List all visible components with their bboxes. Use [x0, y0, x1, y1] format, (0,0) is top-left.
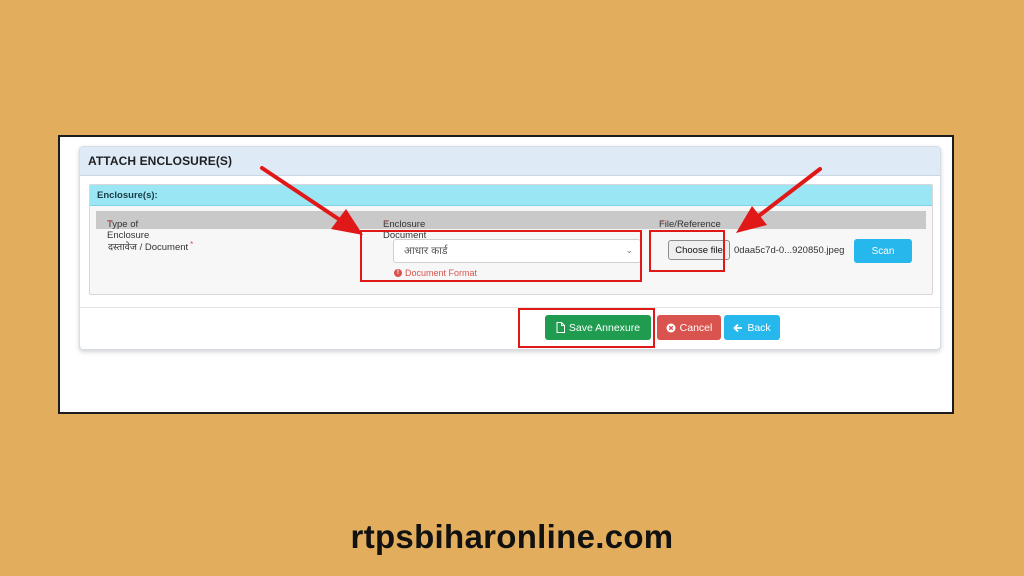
arrow-to-document-select	[260, 166, 363, 235]
site-url: rtpsbiharonline.com	[350, 518, 674, 555]
arrow-to-choose-file	[736, 167, 822, 233]
annotation-arrows	[260, 166, 822, 235]
